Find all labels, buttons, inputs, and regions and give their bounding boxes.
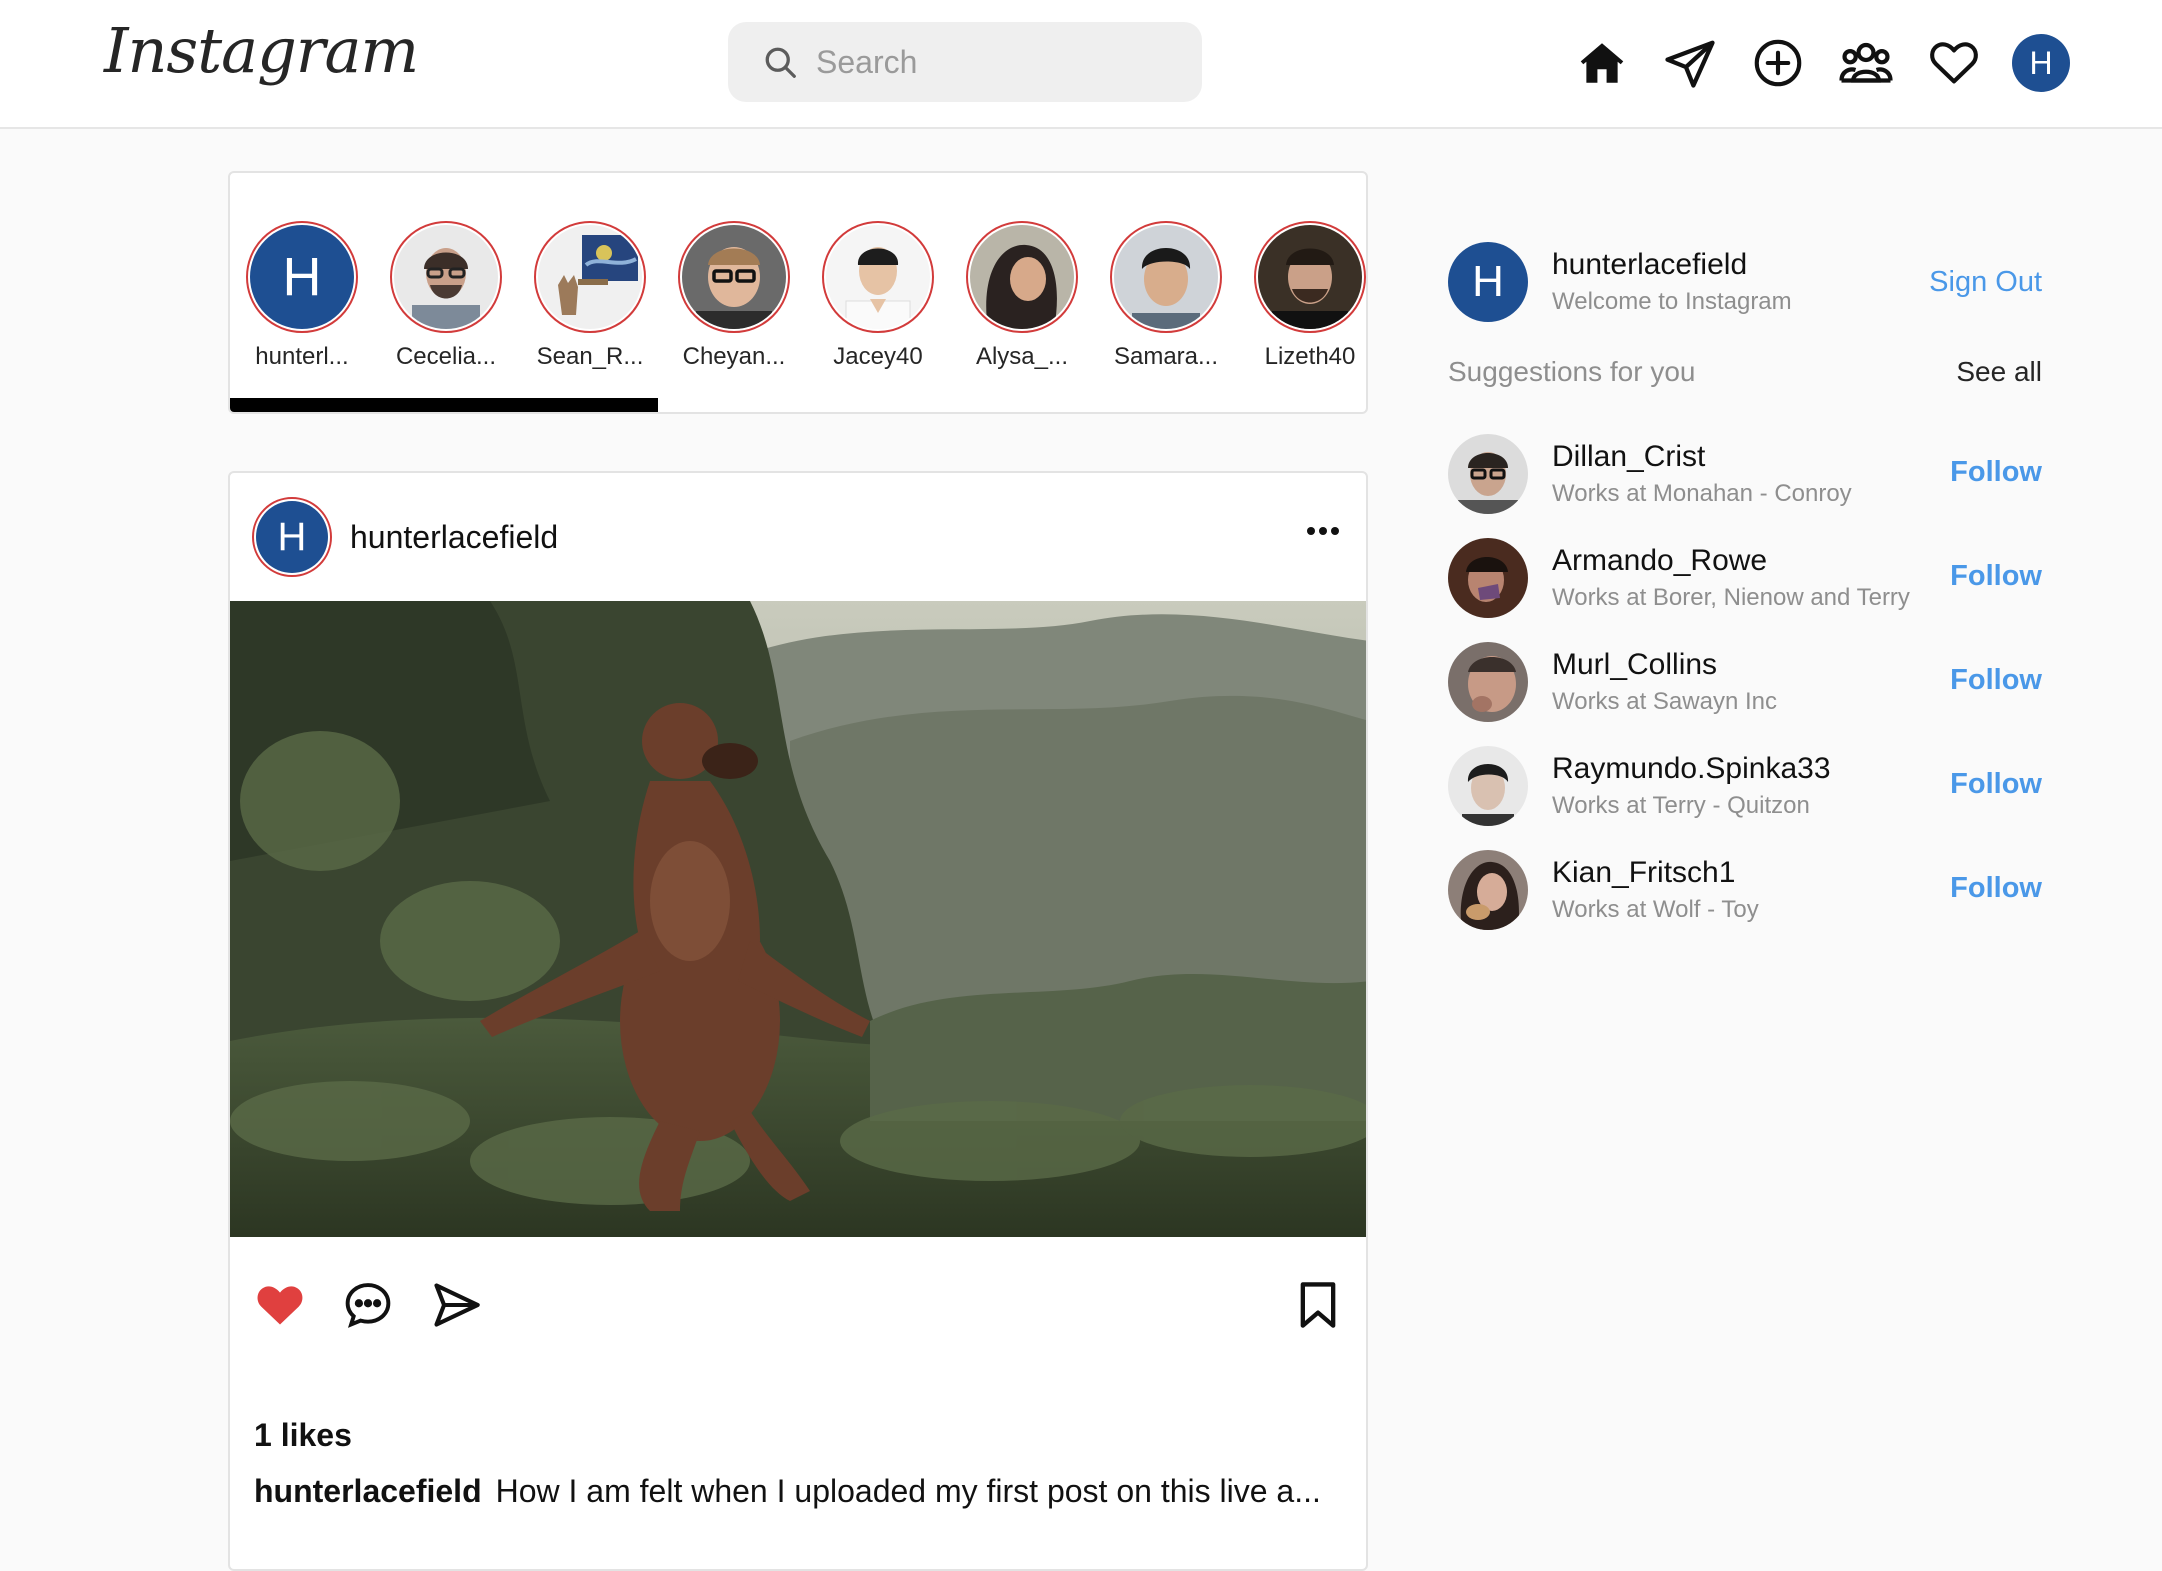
story-item[interactable]: Lizeth40 [1250, 221, 1366, 371]
search-box[interactable] [728, 22, 1202, 102]
follow-button[interactable]: Follow [1950, 664, 2042, 697]
post-avatar: H [256, 501, 328, 573]
suggestion-avatar[interactable] [1448, 850, 1528, 930]
story-ring [390, 221, 502, 333]
see-all-link[interactable]: See all [1956, 356, 2042, 388]
heart-icon[interactable] [1924, 33, 1984, 93]
story-item[interactable]: Sean_R... [530, 221, 650, 371]
sign-out-button[interactable]: Sign Out [1929, 266, 2042, 299]
follow-button[interactable]: Follow [1950, 872, 2042, 905]
home-icon[interactable] [1572, 33, 1632, 93]
likes-count: 1 likes [254, 1417, 352, 1453]
people-icon[interactable] [1836, 33, 1896, 93]
story-avatar [394, 225, 498, 329]
suggestion-username[interactable]: Kian_Fritsch1 [1552, 856, 1735, 890]
suggestion-avatar[interactable] [1448, 434, 1528, 514]
post-avatar-ring[interactable]: H [252, 497, 332, 577]
story-username: Sean_R... [536, 343, 644, 370]
post-header: H hunterlacefield [252, 497, 558, 577]
like-icon[interactable] [254, 1279, 306, 1336]
story-ring [678, 221, 790, 333]
suggestion-avatar[interactable] [1448, 538, 1528, 618]
story-avatar [1258, 225, 1362, 329]
comment-icon[interactable] [342, 1279, 394, 1336]
follow-button[interactable]: Follow [1950, 456, 2042, 489]
story-item[interactable]: H hunterl... [242, 221, 362, 371]
story-item[interactable]: Cecelia... [386, 221, 506, 371]
stories-tray: H hunterl... Cecelia... Sean_R... Cheyan… [228, 171, 1368, 414]
post-caption: hunterlacefield How I am felt when I uplo… [254, 1473, 1354, 1510]
story-avatar [1114, 225, 1218, 329]
story-ring [534, 221, 646, 333]
suggestion-row: Raymundo.Spinka33 Works at Terry - Quitz… [1448, 746, 2042, 828]
instagram-logo[interactable]: Instagram [104, 14, 419, 87]
suggestion-username[interactable]: Raymundo.Spinka33 [1552, 752, 1831, 786]
story-avatar [538, 225, 642, 329]
caption-username[interactable]: hunterlacefield [254, 1473, 482, 1509]
story-avatar [970, 225, 1074, 329]
story-avatar: H [250, 225, 354, 329]
follow-button[interactable]: Follow [1950, 768, 2042, 801]
suggestion-subtitle: Works at Borer, Nienow and Terry [1552, 584, 1910, 611]
story-item[interactable]: Samara... [1106, 221, 1226, 371]
add-post-icon[interactable] [1748, 33, 1808, 93]
suggestions-title: Suggestions for you [1448, 356, 1696, 387]
story-username: Cecelia... [395, 343, 497, 370]
story-username: Lizeth40 [1264, 343, 1356, 370]
share-icon[interactable] [430, 1279, 482, 1336]
story-item[interactable]: Jacey40 [818, 221, 938, 371]
story-username: Samara... [1113, 343, 1219, 370]
post-actions [254, 1279, 1344, 1335]
story-item[interactable]: Cheyan... [674, 221, 794, 371]
suggestion-avatar[interactable] [1448, 746, 1528, 826]
suggestion-avatar[interactable] [1448, 642, 1528, 722]
story-item[interactable]: Alysa_... [962, 221, 1082, 371]
story-avatar [826, 225, 930, 329]
story-ring [966, 221, 1078, 333]
post-username[interactable]: hunterlacefield [350, 519, 558, 556]
feed-post: H hunterlacefield 1 likes hunterlacefiel… [228, 471, 1368, 1571]
current-user-card: H hunterlacefield Welcome to Instagram S… [1448, 242, 2042, 324]
current-user-username[interactable]: hunterlacefield [1552, 248, 1747, 282]
suggestions-header: Suggestions for you See all [1448, 356, 2042, 388]
follow-button[interactable]: Follow [1950, 560, 2042, 593]
story-username: Jacey40 [833, 343, 923, 370]
suggestion-subtitle: Works at Monahan - Conroy [1552, 480, 1852, 507]
send-icon[interactable] [1660, 33, 1720, 93]
search-input[interactable] [816, 43, 1176, 81]
bookmark-icon[interactable] [1292, 1279, 1344, 1336]
suggestion-username[interactable]: Dillan_Crist [1552, 440, 1705, 474]
caption-text: How I am felt when I uploaded my first p… [495, 1473, 1321, 1509]
suggestion-subtitle: Works at Terry - Quitzon [1552, 792, 1810, 819]
more-options-icon[interactable] [1306, 523, 1340, 541]
suggestion-subtitle: Works at Wolf - Toy [1552, 896, 1759, 923]
story-username: Cheyan... [682, 343, 786, 370]
story-ring [1254, 221, 1366, 333]
search-icon [765, 47, 796, 78]
story-username: Alysa_... [975, 343, 1069, 370]
suggestion-subtitle: Works at Sawayn Inc [1552, 688, 1777, 715]
suggestion-row: Murl_Collins Works at Sawayn Inc Follow [1448, 642, 2042, 724]
profile-avatar[interactable]: H [2012, 34, 2070, 92]
story-username: hunterl... [255, 343, 349, 370]
top-navigation-bar: Instagram H [0, 0, 2162, 129]
story-ring [822, 221, 934, 333]
suggestion-row: Armando_Rowe Works at Borer, Nienow and … [1448, 538, 2042, 620]
current-user-subtitle: Welcome to Instagram [1552, 288, 1792, 315]
stories-scrollbar[interactable] [230, 398, 658, 412]
suggestion-row: Kian_Fritsch1 Works at Wolf - Toy Follow [1448, 850, 2042, 932]
story-ring: H [246, 221, 358, 333]
current-user-avatar[interactable]: H [1448, 242, 1528, 322]
main-nav: H [1572, 32, 2070, 94]
suggestion-username[interactable]: Armando_Rowe [1552, 544, 1767, 578]
suggestion-username[interactable]: Murl_Collins [1552, 648, 1717, 682]
story-ring [1110, 221, 1222, 333]
post-image[interactable] [230, 601, 1366, 1237]
suggestion-row: Dillan_Crist Works at Monahan - Conroy F… [1448, 434, 2042, 516]
story-avatar [682, 225, 786, 329]
